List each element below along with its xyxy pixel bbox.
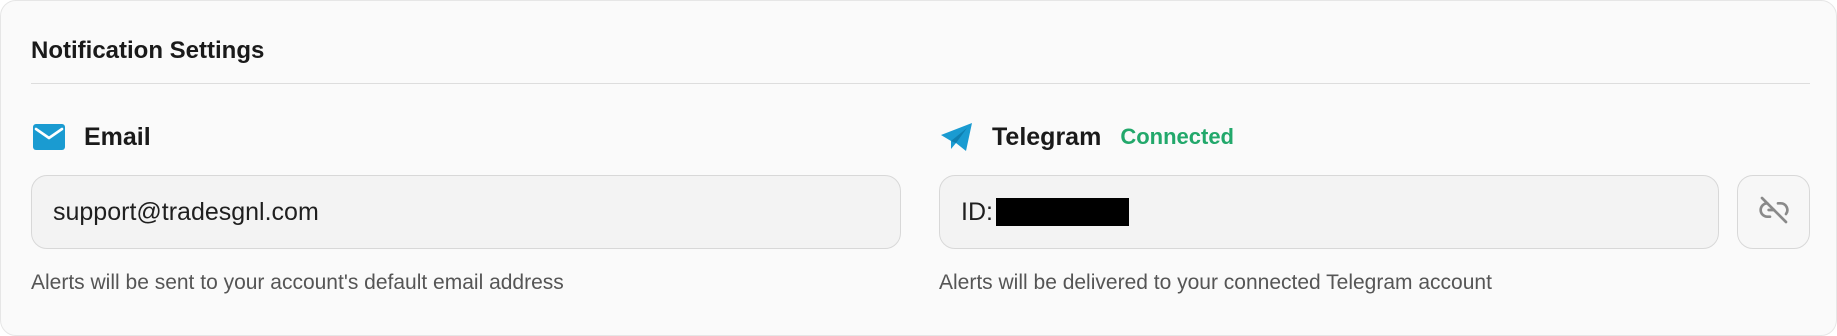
telegram-label: Telegram bbox=[992, 122, 1102, 151]
email-label: Email bbox=[84, 122, 151, 151]
telegram-helper-text: Alerts will be delivered to your connect… bbox=[939, 271, 1492, 294]
connection-status-badge: Connected bbox=[1120, 124, 1234, 149]
email-input[interactable] bbox=[53, 197, 900, 227]
unlink-telegram-button[interactable] bbox=[1737, 175, 1810, 249]
telegram-id-prefix: ID: bbox=[961, 197, 993, 226]
email-header: Email bbox=[31, 117, 151, 157]
mail-icon bbox=[31, 119, 67, 155]
telegram-header: Telegram Connected bbox=[939, 117, 1234, 157]
divider bbox=[31, 83, 1810, 84]
notification-settings-card: Notification Settings Email Alerts will … bbox=[0, 0, 1837, 336]
telegram-id-field[interactable]: ID: bbox=[939, 175, 1719, 249]
unlink-icon bbox=[1758, 194, 1790, 231]
email-helper-text: Alerts will be sent to your account's de… bbox=[31, 271, 564, 294]
email-field[interactable] bbox=[31, 175, 901, 249]
telegram-send-icon bbox=[939, 119, 975, 155]
redacted-telegram-id bbox=[995, 198, 1129, 226]
section-title: Notification Settings bbox=[31, 37, 265, 64]
